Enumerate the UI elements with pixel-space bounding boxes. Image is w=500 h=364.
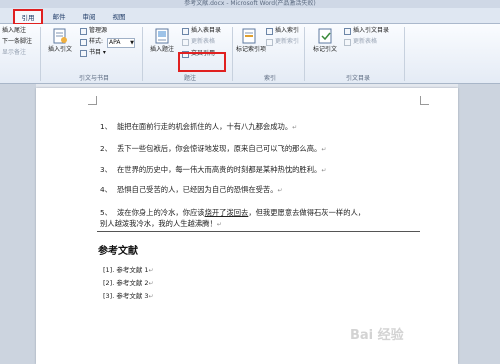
- paragraph-mark: ↵: [292, 124, 298, 131]
- style-select-value: APA: [109, 39, 121, 46]
- mark-entry-icon: [242, 28, 256, 44]
- list-item: 3、 在世界的历史中，每一伟大而高贵的时刻都是某种热忱的胜利。↵: [100, 164, 326, 176]
- insert-endnote-button[interactable]: 插入尾注: [2, 27, 26, 35]
- tab-view[interactable]: 视图: [108, 10, 130, 24]
- manage-sources-icon: [80, 28, 87, 35]
- list-number: 1、: [100, 122, 112, 131]
- tab-mailings[interactable]: 邮件: [48, 10, 70, 24]
- ribbon: 插入尾注 下一条脚注 显示备注 插入引文 管理源 样式: APA ▼ 书目 ▾ 引…: [0, 24, 500, 84]
- bibliography-label: 书目: [89, 49, 102, 56]
- references-heading: 参考文献: [98, 246, 138, 257]
- watermark: Bai 经验: [350, 328, 404, 343]
- list-item-continuation: 别人越泼我冷水，我的人生越沸腾！↵: [100, 218, 222, 230]
- list-text: ，但我更愿意去做得石灰一样的人，: [248, 208, 366, 217]
- section-divider: [97, 231, 420, 232]
- tab-review[interactable]: 审阅: [78, 10, 100, 24]
- update-toa-icon: [344, 39, 351, 46]
- style-label: 样式:: [89, 38, 104, 45]
- insert-citation-label: 插入引文: [47, 46, 72, 53]
- list-text: 别人越泼我冷水，我的人生越沸腾！: [100, 219, 217, 228]
- list-text: 丢下一些包袱后，你会惊讶地发现，原来自己可以飞的那么高。: [117, 144, 322, 153]
- mark-citation-button[interactable]: 标记引文: [310, 27, 340, 53]
- update-table-icon: [182, 39, 189, 46]
- insert-caption-icon: [155, 28, 169, 44]
- update-toa-button[interactable]: 更新表格: [353, 38, 377, 46]
- paragraph-mark: ↵: [277, 187, 283, 194]
- workspace-right: [458, 84, 500, 364]
- list-item: 5、 泼在你身上的冷水，你应该烧开了泼回去，但我更愿意去做得石灰一样的人，: [100, 207, 365, 218]
- list-item: 2、 丢下一些包袱后，你会惊讶地发现，原来自己可以飞的那么高。↵: [100, 143, 326, 155]
- reference-text: [2]. 参考文献 2: [103, 279, 149, 287]
- group-separator: [40, 27, 41, 81]
- insert-citation-icon: [53, 28, 67, 44]
- manage-sources-button[interactable]: 管理源: [89, 27, 107, 35]
- insert-index-button[interactable]: 插入索引: [275, 27, 299, 35]
- list-number: 4、: [100, 185, 112, 194]
- citations-group-label: 引文与书目: [78, 75, 109, 82]
- highlight-references-tab: [13, 9, 43, 25]
- reference-item: [1]. 参考文献 1↵: [103, 266, 154, 275]
- paragraph-mark: ↵: [148, 267, 154, 274]
- window-title: 参考文献.docx - Microsoft Word(产品激活失败): [0, 0, 500, 8]
- group-separator: [232, 27, 233, 81]
- insert-toa-button[interactable]: 插入引文目录: [353, 27, 389, 35]
- reference-item: [3]. 参考文献 3↵: [103, 292, 154, 301]
- insert-table-of-figures-button[interactable]: 插入表目录: [191, 27, 221, 35]
- update-table-button[interactable]: 更新表格: [191, 38, 215, 46]
- mark-citation-label: 标记引文: [312, 46, 337, 53]
- list-number: 2、: [100, 144, 112, 153]
- paragraph-mark: ↵: [321, 146, 327, 153]
- list-text-underlined: 烧开了泼回去: [204, 208, 249, 217]
- insert-toa-icon: [344, 28, 351, 35]
- insert-citation-button[interactable]: 插入引文: [45, 27, 75, 53]
- workspace-left: [0, 84, 36, 364]
- update-index-button[interactable]: 更新索引: [275, 38, 299, 46]
- table-of-figures-icon: [182, 28, 189, 35]
- group-separator: [304, 27, 305, 81]
- bibliography-icon: [80, 50, 87, 57]
- mark-entry-label: 标记索引项: [236, 46, 267, 53]
- insert-index-icon: [266, 28, 273, 35]
- update-index-icon: [266, 39, 273, 46]
- ribbon-tabs: 引用 邮件 审阅 视图: [0, 8, 500, 24]
- style-icon: [80, 39, 87, 46]
- list-number: 5、: [100, 208, 112, 217]
- reference-text: [3]. 参考文献 3: [103, 292, 149, 300]
- chevron-down-icon: ▼: [130, 40, 134, 46]
- margin-corner-mark: [420, 96, 429, 105]
- group-separator: [404, 27, 405, 81]
- list-text: 恐惧自己受苦的人，已经因为自己的恐惧在受苦。: [117, 185, 278, 194]
- captions-group-label: 题注: [183, 75, 196, 82]
- list-text: 泼在你身上的冷水，你应该: [117, 208, 205, 217]
- next-footnote-button[interactable]: 下一条脚注: [2, 38, 32, 46]
- margin-corner-mark: [88, 96, 97, 105]
- list-text: 在世界的历史中，每一伟大而高贵的时刻都是某种热忱的胜利。: [117, 165, 322, 174]
- show-notes-button[interactable]: 显示备注: [2, 49, 26, 57]
- reference-text: [1]. 参考文献 1: [103, 266, 149, 274]
- toa-group-label: 引文目录: [345, 75, 370, 82]
- group-separator: [142, 27, 143, 81]
- paragraph-mark: ↵: [148, 280, 154, 287]
- list-number: 3、: [100, 165, 112, 174]
- insert-caption-label: 插入题注: [149, 46, 174, 53]
- mark-citation-icon: [318, 28, 332, 44]
- bibliography-button[interactable]: 书目 ▾: [89, 49, 106, 57]
- paragraph-mark: ↵: [148, 293, 154, 300]
- reference-item: [2]. 参考文献 2↵: [103, 279, 154, 288]
- list-item: 4、 恐惧自己受苦的人，已经因为自己的恐惧在受苦。↵: [100, 184, 283, 196]
- index-group-label: 索引: [263, 75, 276, 82]
- insert-caption-button[interactable]: 插入题注: [146, 27, 178, 53]
- style-select[interactable]: APA ▼: [107, 38, 135, 48]
- mark-entry-button[interactable]: 标记索引项: [236, 27, 266, 53]
- paragraph-mark: ↵: [321, 167, 327, 174]
- highlight-cross-reference: [178, 52, 226, 72]
- paragraph-mark: ↵: [216, 221, 222, 228]
- list-item: 1、 能把在面前行走的机会抓住的人，十有八九都会成功。↵: [100, 121, 297, 133]
- list-text: 能把在面前行走的机会抓住的人，十有八九都会成功。: [117, 122, 293, 131]
